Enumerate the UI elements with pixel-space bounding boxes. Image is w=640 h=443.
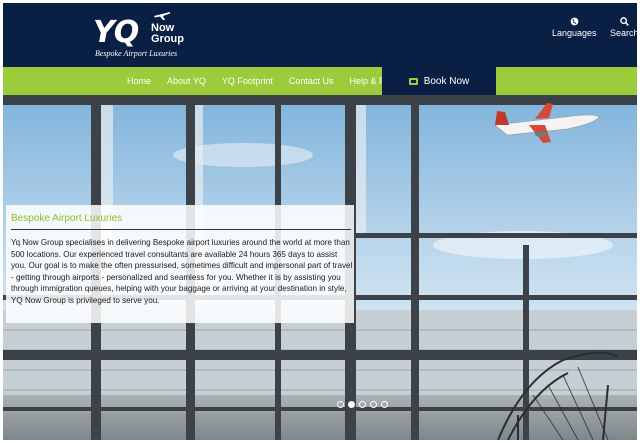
languages-label: Languages (552, 28, 597, 38)
slider-pagination (337, 401, 388, 408)
languages-button[interactable]: Languages (552, 17, 597, 38)
slide-dot-3[interactable] (359, 401, 366, 408)
plane-icon (154, 12, 170, 20)
globe-icon (570, 17, 579, 26)
nav-links: Home About YQ YQ Footprint Contact Us He… (119, 67, 409, 95)
intro-title: Bespoke Airport Luxuries (11, 213, 123, 224)
slide-dot-4[interactable] (370, 401, 377, 408)
nav-footprint[interactable]: YQ Footprint (214, 76, 281, 86)
nav-about[interactable]: About YQ (159, 76, 214, 86)
book-now-button[interactable]: Book Now (382, 67, 496, 95)
ticket-icon (408, 77, 418, 85)
intro-divider (11, 229, 351, 230)
search-label: Search (610, 28, 637, 38)
nav-contact[interactable]: Contact Us (281, 76, 342, 86)
search-button[interactable]: Search (610, 17, 637, 38)
site-logo[interactable]: YQ Now Group Bespoke Airport Luxuries (93, 9, 203, 61)
hero-slider: Bespoke Airport Luxuries Yq Now Group sp… (3, 95, 637, 440)
search-icon (619, 17, 629, 26)
main-nav: Home About YQ YQ Footprint Contact Us He… (3, 67, 637, 95)
slide-dot-5[interactable] (381, 401, 388, 408)
slide-dot-1[interactable] (337, 401, 344, 408)
logo-brand: YQ (93, 15, 139, 50)
logo-tagline: Bespoke Airport Luxuries (95, 49, 178, 58)
logo-sub-group: Group (151, 33, 184, 45)
nav-home[interactable]: Home (119, 76, 159, 86)
logo-subtitle: Now Group (151, 23, 184, 45)
intro-panel: Bespoke Airport Luxuries Yq Now Group sp… (6, 205, 354, 323)
slide-dot-2[interactable] (348, 401, 355, 408)
page: YQ Now Group Bespoke Airport Luxuries La… (3, 3, 637, 440)
site-header: YQ Now Group Bespoke Airport Luxuries La… (3, 3, 637, 67)
intro-text: Yq Now Group specialises in delivering B… (11, 238, 353, 305)
book-now-label: Book Now (423, 75, 470, 87)
